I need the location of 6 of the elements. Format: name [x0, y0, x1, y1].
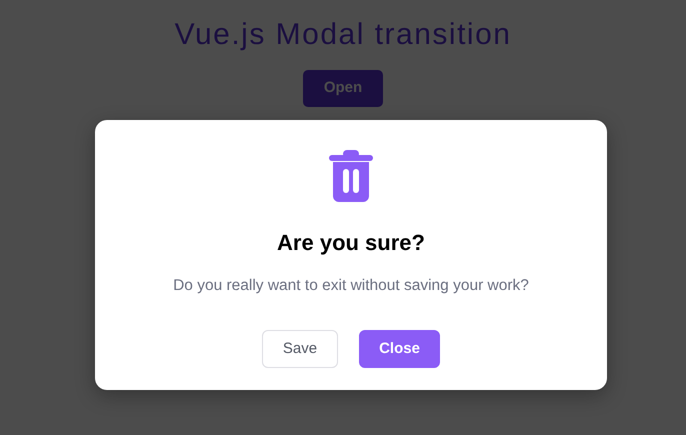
modal-heading: Are you sure? — [276, 230, 426, 256]
modal-message: Do you really want to exit without saving your work? — [172, 276, 530, 296]
trash-icon — [329, 150, 373, 202]
close-button[interactable]: Close — [359, 330, 440, 368]
page-title: Vue.js Modal transition — [174, 17, 512, 53]
save-button[interactable]: Save — [262, 330, 338, 368]
